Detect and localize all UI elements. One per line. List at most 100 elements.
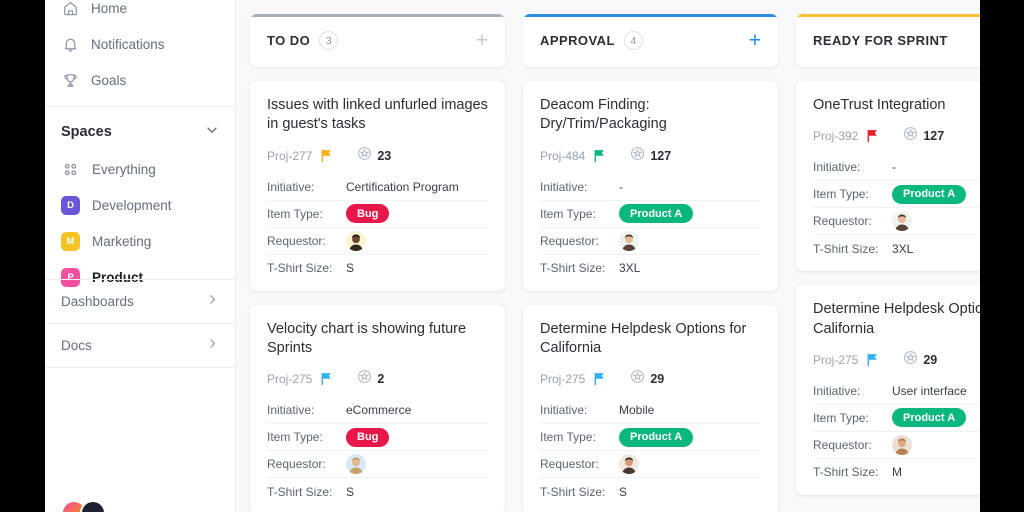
- field-value-wrap: [892, 211, 912, 232]
- task-card[interactable]: Determine Helpdesk Options for Californi…: [796, 285, 980, 495]
- task-card-meta: Proj-484 127: [540, 146, 761, 166]
- task-field-row: Requestor:: [267, 451, 488, 479]
- sidebar-item-dashboards[interactable]: Dashboards: [45, 279, 235, 323]
- item-type-badge: Product A: [619, 204, 694, 224]
- field-label: Item Type:: [540, 430, 596, 445]
- task-field-row: T-Shirt Size: S: [267, 255, 488, 282]
- column-header[interactable]: READY FOR SPRINT: [796, 14, 980, 67]
- chevron-right-icon[interactable]: [206, 337, 219, 355]
- chevron-right-icon[interactable]: [206, 293, 219, 311]
- task-field-row: Item Type: Product A: [813, 405, 980, 432]
- field-value-wrap: M: [892, 465, 902, 479]
- field-value-wrap: Product A: [619, 427, 694, 447]
- sidebar-item-goals[interactable]: Goals: [45, 62, 235, 98]
- task-card-title: Deacom Finding: Dry/Trim/Packaging: [540, 97, 667, 133]
- field-label: Requestor:: [813, 437, 872, 452]
- sidebar-item-label: Dashboards: [61, 294, 134, 309]
- sidebar-item-home[interactable]: Home: [45, 0, 235, 26]
- task-field-row: Requestor:: [813, 432, 980, 459]
- user-avatar-2[interactable]: [80, 500, 106, 512]
- avatar-female-brunette[interactable]: [619, 230, 639, 251]
- field-value: Certification Program: [346, 179, 459, 194]
- sidebar-item-docs[interactable]: Docs: [45, 323, 235, 367]
- sidebar-space-development[interactable]: D Development: [45, 187, 235, 223]
- field-value-wrap: [346, 230, 366, 251]
- field-value-wrap: S: [346, 485, 354, 499]
- sidebar-item-label: Notifications: [91, 36, 165, 52]
- task-field-row: Requestor:: [813, 208, 980, 236]
- task-card[interactable]: Determine Helpdesk Options for Californi…: [523, 304, 778, 512]
- priority-flag-icon[interactable]: [593, 372, 606, 386]
- avatar-male-dark[interactable]: [346, 230, 366, 251]
- field-label: Requestor:: [267, 457, 326, 472]
- screenshot-root: Home Notifications Goals Spaces Everything…: [0, 0, 1024, 512]
- field-value-wrap: 3XL: [892, 242, 913, 256]
- task-field-row: Item Type: Bug: [267, 201, 488, 228]
- sidebar-item-label: Docs: [61, 338, 92, 353]
- field-value: eCommerce: [346, 403, 412, 418]
- chevron-down-icon[interactable]: [205, 123, 219, 142]
- priority-flag-icon[interactable]: [866, 353, 879, 367]
- avatar-male-light[interactable]: [619, 454, 639, 475]
- field-label: Item Type:: [813, 410, 869, 425]
- column-title: READY FOR SPRINT: [813, 33, 948, 48]
- task-field-row: T-Shirt Size: 3XL: [813, 235, 980, 262]
- kanban-board: TO DO 3 + Issues with linked unfurled image…: [236, 0, 980, 512]
- field-value-wrap: User interface: [892, 384, 967, 398]
- sidebar-avatar-strip[interactable]: [61, 500, 106, 512]
- field-label: T-Shirt Size:: [813, 241, 879, 256]
- priority-flag-icon[interactable]: [320, 149, 333, 163]
- avatar-female-brunette[interactable]: [892, 211, 912, 232]
- sidebar-item-everything[interactable]: Everything: [45, 151, 235, 187]
- column-header[interactable]: TO DO 3 +: [250, 14, 505, 67]
- task-field-row: T-Shirt Size: S: [540, 478, 761, 505]
- avatar-female-blonde[interactable]: [346, 454, 366, 475]
- task-field-row: Item Type: Product A: [540, 201, 761, 228]
- priority-flag-icon[interactable]: [593, 149, 606, 163]
- field-value-wrap: Certification Program: [346, 180, 459, 194]
- task-field-row: Item Type: Bug: [267, 424, 488, 452]
- task-card[interactable]: Velocity chart is showing future Sprints…: [250, 304, 505, 512]
- column-header[interactable]: APPROVAL 4 +: [523, 14, 778, 67]
- field-value: -: [892, 160, 896, 175]
- board-column: READY FOR SPRINT OneTrust Integration Proj…: [796, 14, 980, 512]
- field-value-wrap: 3XL: [619, 261, 640, 275]
- sprint-points: 29: [630, 369, 664, 389]
- sidebar-space-marketing[interactable]: M Marketing: [45, 223, 235, 259]
- task-field-row: Requestor:: [540, 228, 761, 255]
- board-column: APPROVAL 4 + Deacom Finding: Dry/Trim/Packa…: [523, 14, 778, 512]
- field-value: 3XL: [619, 261, 641, 276]
- priority-flag-icon[interactable]: [866, 129, 879, 143]
- task-card-meta: Proj-275 2: [267, 369, 488, 389]
- sprint-points: 127: [630, 146, 671, 166]
- spaces-header[interactable]: Spaces: [45, 113, 235, 151]
- sidebar: Home Notifications Goals Spaces Everything…: [45, 0, 236, 512]
- task-card[interactable]: OneTrust Integration Proj-392 127 Initiativ…: [796, 81, 980, 272]
- field-value-wrap: eCommerce: [346, 403, 411, 417]
- add-task-button[interactable]: +: [749, 30, 761, 51]
- sprint-points-icon: [357, 369, 372, 389]
- sidebar-item-everything-label: Everything: [92, 161, 156, 177]
- field-label: Requestor:: [813, 214, 872, 229]
- space-badge-icon: D: [61, 195, 80, 215]
- sidebar-nav-group: Home Notifications Goals: [45, 0, 235, 98]
- field-label: Item Type:: [540, 206, 596, 221]
- field-value-wrap: S: [619, 485, 627, 499]
- task-card[interactable]: Deacom Finding: Dry/Trim/Packaging Proj-4…: [523, 81, 778, 291]
- field-label: Initiative:: [813, 160, 861, 175]
- sidebar-item-notifications[interactable]: Notifications: [45, 26, 235, 62]
- field-label: T-Shirt Size:: [540, 484, 606, 499]
- app-viewport: Home Notifications Goals Spaces Everything…: [45, 0, 980, 512]
- field-value-wrap: [892, 434, 912, 455]
- field-value: S: [619, 484, 628, 499]
- priority-flag-icon[interactable]: [320, 372, 333, 386]
- add-task-button[interactable]: +: [476, 30, 488, 51]
- task-field-row: Requestor:: [267, 228, 488, 255]
- field-value: -: [619, 179, 623, 194]
- sidebar-item-label: Goals: [91, 72, 127, 88]
- avatar-female-blonde[interactable]: [892, 434, 912, 455]
- field-value: S: [346, 484, 355, 499]
- sidebar-space-label: Marketing: [92, 233, 152, 249]
- task-field-row: T-Shirt Size: 3XL: [540, 255, 761, 282]
- task-card[interactable]: Issues with linked unfurled images in gu…: [250, 81, 505, 291]
